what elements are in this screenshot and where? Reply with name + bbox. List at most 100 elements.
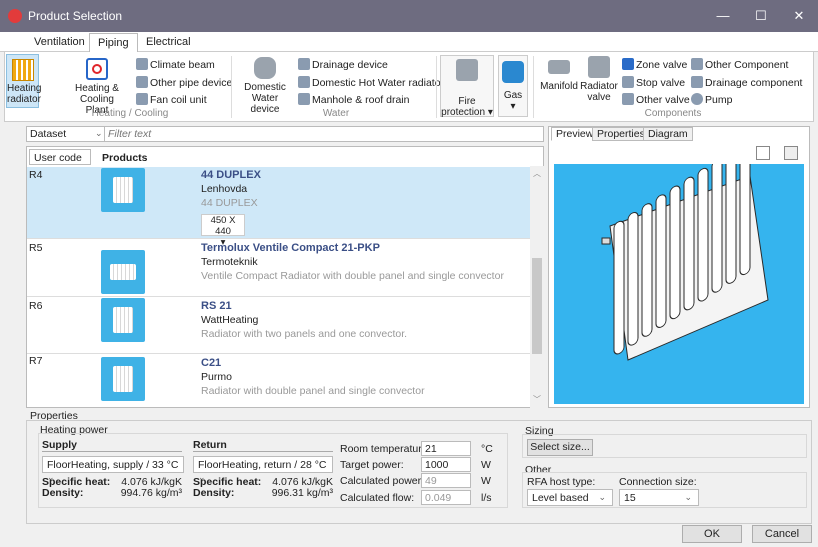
calculated-flow-label: Calculated flow:	[340, 492, 415, 504]
user-code: R5	[29, 242, 43, 254]
manifold-label: Manifold	[540, 81, 578, 92]
select-size-button[interactable]: Select size...	[527, 439, 593, 456]
table-row[interactable]: R5 Termolux Ventile Compact 21-PKP Termo…	[27, 240, 530, 297]
table-row[interactable]: R7 C21 Purmo Radiator with double panel …	[27, 355, 530, 407]
zone-valve-label: Zone valve	[636, 59, 688, 71]
manhole-icon	[298, 93, 310, 105]
scroll-up-icon[interactable]: ︿	[530, 168, 544, 179]
fan-coil-unit-button[interactable]: Fan coil unit	[136, 93, 207, 106]
heating-cooling-plant-button[interactable]: Heating & Cooling Plant	[70, 54, 124, 116]
radiator-valve-icon	[588, 56, 610, 78]
title-bar: Product Selection — ☐ ✕	[0, 0, 818, 32]
manhole-roof-drain-button[interactable]: Manhole & roof drain	[298, 93, 409, 106]
product-thumbnail	[101, 168, 145, 212]
other-component-button[interactable]: Other Component	[691, 58, 788, 71]
tab-ventilation[interactable]: Ventilation	[34, 36, 85, 52]
products-column-header: Products	[102, 152, 148, 164]
domestic-water-device-button[interactable]: Domestic Water device	[238, 54, 292, 115]
stop-valve-label: Stop valve	[636, 77, 686, 89]
product-name: RS 21	[201, 300, 232, 312]
drainage-component-icon	[691, 76, 703, 88]
return-select[interactable]: FloorHeating, return / 28 °C ⌄	[193, 456, 333, 482]
scrollbar-thumb[interactable]	[532, 258, 542, 354]
list-scrollbar[interactable]: ︿ ﹀	[530, 166, 544, 408]
manifold-icon	[548, 60, 570, 74]
user-code-label: User code	[34, 152, 82, 164]
tab-properties[interactable]: Properties	[592, 127, 650, 141]
tab-diagram[interactable]: Diagram	[643, 127, 693, 141]
towel-radiator-icon	[298, 76, 310, 88]
other-pipe-device-button[interactable]: Other pipe device	[136, 76, 232, 89]
target-power-input[interactable]: 1000	[421, 457, 471, 472]
component-icon	[691, 58, 703, 70]
table-row[interactable]: R6 RS 21 WattHeating Radiator with two p…	[27, 298, 530, 354]
connection-size-value: 15	[624, 492, 636, 504]
radiator-valve-button[interactable]: Radiator valve	[580, 54, 618, 108]
group-components: Components	[644, 108, 702, 119]
connection-size-select[interactable]: 15 ⌄	[619, 489, 699, 506]
ok-button[interactable]: OK	[682, 525, 742, 543]
zone-valve-button[interactable]: Zone valve	[622, 58, 687, 71]
target-power-unit: W	[481, 459, 491, 471]
product-manufacturer: Termoteknik	[201, 256, 258, 268]
calculated-power-field: 49	[421, 473, 471, 488]
view-3d-icon[interactable]	[784, 146, 798, 160]
product-rows: R4 44 DUPLEX Lenhovda 44 DUPLEX 450 X 44…	[27, 167, 530, 407]
rfa-host-type-select[interactable]: Level based ⌄	[527, 489, 613, 506]
table-row[interactable]: R4 44 DUPLEX Lenhovda 44 DUPLEX 450 X 44…	[27, 167, 530, 248]
supply-select-value: FloorHeating, supply / 33 °C	[47, 459, 179, 471]
room-temperature-input[interactable]: 21	[421, 441, 471, 456]
gas-button[interactable]: Gas ▾	[498, 55, 528, 117]
tab-piping[interactable]: Piping	[89, 33, 138, 53]
product-description: Radiator with two panels and one convect…	[201, 328, 408, 340]
heating-radiator-button[interactable]: Heating radiator	[6, 54, 41, 108]
supply-density-label: Density:	[42, 487, 84, 499]
return-select-value: FloorHeating, return / 28 °C	[198, 459, 327, 471]
zone-valve-icon	[622, 58, 634, 70]
cancel-button[interactable]: Cancel	[752, 525, 812, 543]
rfa-host-type-label: RFA host type:	[527, 476, 596, 488]
boiler-icon	[86, 58, 108, 80]
other-valve-button[interactable]: Other valve	[622, 93, 690, 106]
product-description: Ventile Compact Radiator with double pan…	[201, 270, 504, 282]
other-component-label: Other Component	[705, 59, 789, 71]
size-select[interactable]: 450 X 440 ▾	[201, 214, 245, 248]
minimize-button[interactable]: —	[704, 0, 742, 32]
maximize-button[interactable]: ☐	[742, 0, 780, 32]
tab-electrical[interactable]: Electrical	[146, 36, 191, 52]
other-valve-label: Other valve	[636, 94, 690, 106]
drainage-component-label: Drainage component	[705, 77, 803, 89]
domestic-hot-water-radiator-label: Domestic Hot Water radiator	[312, 77, 445, 89]
drainage-component-button[interactable]: Drainage component	[691, 76, 802, 89]
fire-protection-button[interactable]: Fire protection ▾	[440, 55, 494, 118]
rfa-host-type-value: Level based	[532, 492, 589, 504]
other-valve-icon	[622, 93, 634, 105]
stop-valve-button[interactable]: Stop valve	[622, 76, 685, 89]
product-description: 44 DUPLEX	[201, 197, 258, 209]
ribbon-separator	[533, 56, 534, 118]
manifold-button[interactable]: Manifold	[538, 54, 580, 108]
user-code: R6	[29, 300, 43, 312]
pump-icon	[691, 93, 703, 105]
chevron-down-icon: ▾	[510, 101, 516, 112]
climate-beam-button[interactable]: Climate beam	[136, 58, 215, 71]
pump-button[interactable]: Pump	[691, 93, 732, 106]
product-thumbnail	[101, 357, 145, 401]
chevron-down-icon: ⌄	[598, 492, 606, 502]
view-2d-icon[interactable]	[756, 146, 770, 160]
connection-size-label: Connection size:	[619, 476, 697, 488]
drainage-device-label: Drainage device	[312, 59, 388, 71]
filter-input[interactable]	[108, 127, 538, 141]
dataset-select[interactable]: Dataset	[30, 128, 66, 140]
radiator-3d-preview[interactable]	[554, 141, 804, 404]
chevron-down-icon: ⌄	[684, 492, 692, 502]
user-code-select[interactable]: User code ⌄	[29, 149, 91, 175]
fan-coil-icon	[136, 93, 148, 105]
close-button[interactable]: ✕	[780, 0, 818, 32]
scroll-down-icon[interactable]: ﹀	[530, 394, 544, 405]
fan-coil-unit-label: Fan coil unit	[150, 94, 207, 106]
chevron-down-icon[interactable]: ⌄	[95, 128, 103, 139]
supply-select[interactable]: FloorHeating, supply / 33 °C ⌄	[42, 456, 184, 482]
domestic-hot-water-radiator-button[interactable]: Domestic Hot Water radiator	[298, 76, 444, 89]
drainage-device-button[interactable]: Drainage device	[298, 58, 388, 71]
